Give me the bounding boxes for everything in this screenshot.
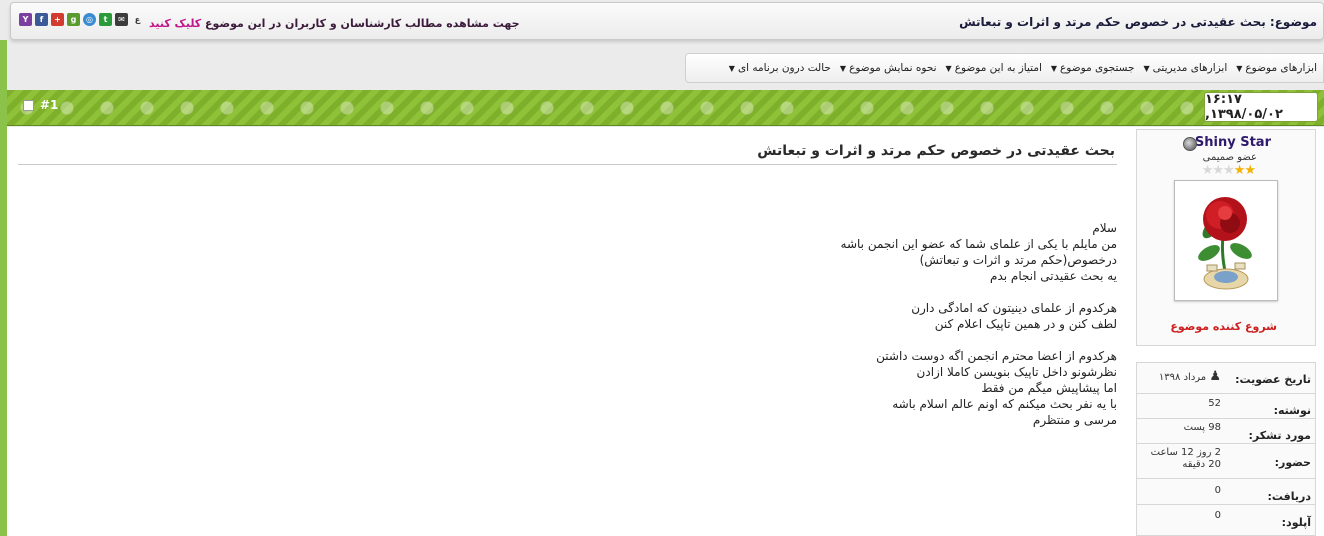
stat-row-uploads: آپلود: 0 xyxy=(1137,505,1315,535)
chevron-down-icon: ▼ xyxy=(1050,63,1058,73)
message-line: لطف کنن و در همین تاپیک اعلام کنن xyxy=(934,317,1117,331)
moderation-tools-label: ابزارهای مدیریتی xyxy=(1152,62,1228,74)
stat-row-thanks: مورد تشکر: 98 پست xyxy=(1137,419,1315,444)
message-line: یه بحث عقیدتی انجام بدم xyxy=(990,269,1117,283)
experts-notice: جهت مشاهده مطالب کارشناسان و کاربران در … xyxy=(149,17,520,30)
stat-value-uploads: 0 xyxy=(1214,510,1221,521)
message-line: مرسی و منتظرم xyxy=(1032,413,1117,427)
post-number-area: #1 xyxy=(23,98,58,112)
post-message: سلام من مایلم با یکی از علمای شما که عضو… xyxy=(597,220,1117,428)
stat-label-thanks: مورد تشکر: xyxy=(1248,429,1311,442)
rose-avatar-image xyxy=(1198,197,1252,290)
post-select-checkbox[interactable] xyxy=(23,99,34,111)
message-line: هرکدوم از اعضا محترم انجمن اگه دوست داشت… xyxy=(876,349,1117,363)
app-mode-label: حالت درون برنامه ای xyxy=(737,62,831,74)
username-link[interactable]: Shiny Star xyxy=(1195,135,1271,150)
chevron-down-icon: ▼ xyxy=(1236,63,1243,73)
stat-row-online: حضور: 2 روز 12 ساعت 20 دقیقه xyxy=(1137,444,1315,479)
star-icon: ★ xyxy=(1201,163,1214,178)
stat-value-online-line2: 20 دقیقه xyxy=(1182,459,1221,470)
stat-value-thanks: 98 پست xyxy=(1183,422,1221,433)
stat-row-joined: تاریخ عضویت: ♟ مرداد ۱۳۹۸ xyxy=(1137,363,1315,394)
post-title: بحث عقیدتی در خصوص حکم مرتد و اثرات و تب… xyxy=(757,143,1115,159)
thread-tools-menu[interactable]: ابزارهای موضوع ▼ xyxy=(1236,62,1317,74)
topic-header: موضوع: بحث عقیدتی در خصوص حکم مرتد و اثر… xyxy=(10,2,1324,40)
star-icon: ★ xyxy=(1223,163,1235,178)
stat-value-downloads: 0 xyxy=(1214,485,1221,496)
chevron-down-icon: ▼ xyxy=(728,63,735,73)
display-mode-menu[interactable]: نحوه نمایش موضوع ▼ xyxy=(840,62,937,74)
post-header: ۱۶:۱۷ ,۱۳۹۸/۰۵/۰۲ #1 xyxy=(7,90,1324,126)
chevron-down-icon: ▼ xyxy=(1143,63,1150,73)
stat-value-online-line1: 2 روز 12 ساعت xyxy=(1150,447,1221,458)
message-line: سلام xyxy=(1092,221,1117,235)
stat-label-joined: تاریخ عضویت: xyxy=(1235,373,1311,386)
post-number-link[interactable]: #1 xyxy=(40,98,58,112)
rate-thread-menu[interactable]: امتیاز به این موضوع ▼ xyxy=(946,62,1042,74)
moderation-tools-menu[interactable]: ابزارهای مدیریتی ▼ xyxy=(1144,62,1228,74)
user-info-card: Shiny Star عضو صمیمی ★★★★★ شروع کننده مو… xyxy=(1136,129,1316,346)
search-thread-menu[interactable]: جستجوی موضوع ▼ xyxy=(1051,62,1135,74)
thread-toolbar: ابزارهای موضوع ▼ ابزارهای مدیریتی ▼ جستجوی… xyxy=(685,53,1324,83)
stat-label-posts: نوشته: xyxy=(1273,404,1311,417)
star-icon: ★ xyxy=(1233,163,1246,178)
user-title: عضو صمیمی xyxy=(1202,152,1257,163)
message-line: اما پیشاپیش میگم من فقط xyxy=(981,381,1117,395)
post-date: ۱۶:۱۷ ,۱۳۹۸/۰۵/۰۲ xyxy=(1204,92,1318,122)
message-line: با یه نفر بحث میکنم که اونم عالم اسلام ب… xyxy=(892,397,1117,411)
message-line: نظرشونو داخل تاپیک بنویسن کاملا ازادن xyxy=(916,365,1117,379)
share-icons: Y f + g ◎ t ✉ ع xyxy=(19,13,144,29)
chevron-down-icon: ▼ xyxy=(945,63,952,73)
stat-label-uploads: آپلود: xyxy=(1281,516,1311,529)
topic-title: موضوع: بحث عقیدتی در خصوص حکم مرتد و اثر… xyxy=(959,15,1317,29)
stat-label-online: حضور: xyxy=(1274,456,1311,469)
stat-value-joined: ♟ مرداد ۱۳۹۸ xyxy=(1159,369,1221,384)
message-line xyxy=(597,332,1117,348)
link-icon[interactable]: ◎ xyxy=(83,13,96,26)
person-icon: ♟ xyxy=(1209,369,1221,384)
stat-row-downloads: دریافت: 0 xyxy=(1137,479,1315,505)
left-accent-strip xyxy=(0,40,7,536)
stat-value-online: 2 روز 12 ساعت 20 دقیقه xyxy=(1151,447,1221,471)
notice-click-link[interactable]: کلیک کنید xyxy=(149,17,201,30)
app-mode-menu[interactable]: حالت درون برنامه ای ▼ xyxy=(729,62,831,74)
stat-row-posts: نوشته: 52 xyxy=(1137,394,1315,419)
offline-status-icon xyxy=(1183,137,1197,151)
yahoo-icon[interactable]: Y xyxy=(19,13,32,26)
stat-value-joined-text: مرداد ۱۳۹۸ xyxy=(1158,372,1207,383)
tag-icon[interactable]: ع xyxy=(131,13,144,26)
star-icon: ★ xyxy=(1244,163,1256,178)
rank-stars: ★★★★★ xyxy=(1201,163,1256,178)
message-line: هرکدوم از علمای دینیتون که امادگی دارن xyxy=(911,301,1117,315)
title-divider xyxy=(18,164,1117,165)
google-icon[interactable]: g xyxy=(67,13,80,26)
rate-thread-label: امتیاز به این موضوع xyxy=(954,62,1042,74)
display-mode-label: نحوه نمایش موضوع xyxy=(849,62,937,74)
message-line: درخصوص(حکم مرتد و اثرات و تبعاتش) xyxy=(919,253,1117,267)
user-stats-table: تاریخ عضویت: ♟ مرداد ۱۳۹۸ نوشته: 52 مورد… xyxy=(1136,362,1316,536)
stat-label-downloads: دریافت: xyxy=(1267,490,1311,503)
facebook-icon[interactable]: f xyxy=(35,13,48,26)
notice-text: جهت مشاهده مطالب کارشناسان و کاربران در … xyxy=(205,17,520,30)
add-icon[interactable]: + xyxy=(51,13,64,26)
search-thread-label: جستجوی موضوع xyxy=(1060,62,1135,74)
chevron-down-icon: ▼ xyxy=(839,63,847,73)
message-line: من مایلم با یکی از علمای شما که عضو این … xyxy=(840,237,1117,251)
thread-tools-label: ابزارهای موضوع xyxy=(1245,62,1317,74)
star-icon: ★ xyxy=(1212,163,1224,178)
stat-value-posts: 52 xyxy=(1208,398,1221,409)
mail-icon[interactable]: ✉ xyxy=(115,13,128,26)
avatar[interactable] xyxy=(1174,180,1278,301)
thread-starter-label: شروع کننده موضوع xyxy=(1170,320,1277,333)
twitter-icon[interactable]: t xyxy=(99,13,112,26)
message-line xyxy=(597,284,1117,300)
